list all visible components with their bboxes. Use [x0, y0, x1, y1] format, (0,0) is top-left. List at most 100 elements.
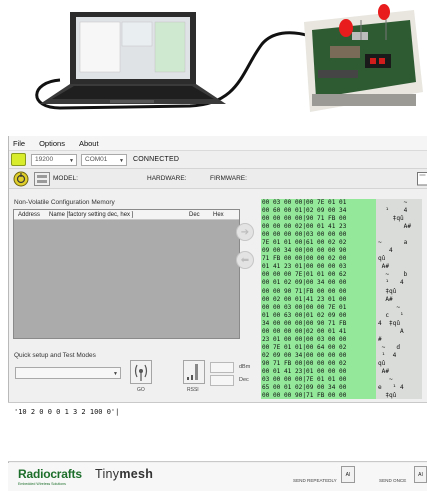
test-mode-select[interactable]: ▼ [15, 367, 121, 379]
hex-row: 03 00 00 00|7E 01 01 00 [262, 376, 347, 384]
hex-row: 65 00 01 02|09 00 34 00 [262, 384, 347, 392]
dbm-label: dBm [239, 364, 251, 370]
menu-file[interactable]: File [13, 139, 25, 148]
connect-led-icon[interactable] [11, 153, 26, 166]
memory-table-header: Address Name [factory setting dec, hex ]… [14, 210, 239, 220]
hex-row: 00 00 00 90|71 FB 00 00 [262, 392, 347, 399]
chevron-down-icon: ▼ [119, 157, 124, 164]
antenna-icon[interactable] [130, 360, 152, 384]
device-info-bar: MODEL: HARDWARE: FIRMWARE: [9, 169, 427, 189]
firmware-label: FIRMWARE: [210, 175, 247, 182]
chevron-down-icon: ▼ [69, 157, 74, 164]
hex-ascii-row: ~ d [378, 343, 401, 351]
col-address[interactable]: Address [18, 212, 40, 218]
dec-field[interactable] [210, 375, 234, 386]
hex-row: 00 00 00 7E|01 01 00 62 [262, 271, 347, 279]
hex-dump-ascii: ~ ¹ 4 ‡qû A# ~ a 4 qû A# ~ b ¹ 4 ‡qû A# … [378, 199, 422, 399]
command-text: '10 2 0 0 0 1 3 2 100 0'| [14, 408, 120, 416]
hex-ascii-row [378, 231, 422, 239]
port-select[interactable]: COM01 ▼ [81, 153, 127, 166]
radiocrafts-logo: Radiocrafts [18, 467, 82, 481]
hex-dump-grid: 00 03 00 00|00 7E 01 01 00 60 00 01|02 09… [261, 199, 376, 399]
quick-setup-panel: ▼ GO RSSI dBm Dec [13, 359, 265, 397]
send-repeatedly-label: SEND REPEATEDLY [293, 478, 337, 483]
hex-ascii-row: ‡qû [378, 215, 404, 223]
hex-ascii-row: 4 ‡qû [378, 319, 401, 327]
module-icon[interactable] [34, 171, 50, 186]
hex-row: 09 00 34 00|00 00 00 90 [262, 247, 347, 255]
hex-ascii-row: ¹ 4 [378, 279, 404, 287]
memory-section-title: Non-Volatile Configuration Memory [14, 199, 115, 206]
memory-table[interactable]: Address Name [factory setting dec, hex ]… [13, 209, 240, 339]
hex-row: 90 71 FB 00|00 00 00 02 [262, 359, 347, 367]
chevron-down-icon: ▼ [113, 371, 118, 377]
hex-ascii-row: ~ [378, 199, 412, 206]
command-input[interactable]: '10 2 0 0 0 1 3 2 100 0'| [8, 402, 427, 462]
connection-status: CONNECTED [133, 156, 180, 163]
hex-ascii-row: A# [378, 223, 412, 231]
hex-ascii-row: e ¹ 4 [378, 384, 404, 392]
hex-row: 00 00 03 00|00 00 7E 01 [262, 303, 347, 311]
hex-row: 01 00 63 00|01 02 09 00 [262, 311, 347, 319]
tinymesh-logo-part1: Tiny [95, 467, 120, 481]
hex-row: 00 00 90 71|FB 00 00 00 [262, 287, 347, 295]
hex-ascii-row: A [378, 327, 404, 335]
col-hex[interactable]: Hex [213, 212, 224, 218]
laptop-icon [40, 12, 226, 104]
device-board-icon [304, 4, 423, 112]
copy-icon[interactable] [417, 172, 427, 186]
send-repeatedly-button-label: AI [345, 471, 351, 478]
tinymesh-logo-part2: mesh [119, 467, 154, 481]
hex-ascii-row: ~ [378, 376, 404, 384]
col-dec[interactable]: Dec [189, 212, 200, 218]
refresh-icon[interactable] [13, 171, 29, 187]
hex-row: 00 7E 01 01|00 64 00 02 [262, 343, 347, 351]
hex-row: 00 02 00 01|41 23 01 00 [262, 295, 347, 303]
hex-row: 71 FB 00 00|00 00 02 00 [262, 255, 347, 263]
dec-label: Dec [239, 377, 249, 383]
hex-row: 00 60 00 01|02 09 00 34 [262, 207, 347, 215]
hex-ascii-row: ¹ 4 [378, 351, 397, 359]
hex-row: 00 00 00 00|03 00 00 00 [262, 231, 347, 239]
hex-ascii-row: ‡qû [378, 392, 404, 399]
dbm-field[interactable] [210, 362, 234, 373]
hex-ascii-row: ¹ 4 [378, 207, 408, 215]
quick-section-title: Quick setup and Test Modes [14, 352, 96, 359]
hex-ascii-row: qû [378, 359, 401, 367]
hex-ascii-row: ‡qû [378, 287, 404, 295]
hex-row: 00 00 00 00|90 71 FB 00 [262, 215, 347, 223]
connection-toolbar: 19200 ▼ COM01 ▼ CONNECTED [9, 151, 427, 169]
hex-ascii-row: A# [378, 295, 404, 303]
hex-row: 34 00 00 00|00 90 71 FB [262, 319, 347, 327]
hex-row: 01 41 23 01|00 00 00 03 [262, 263, 347, 271]
radiocrafts-tagline: Embedded Wireless Solutions [18, 482, 66, 486]
hex-row: 00 01 41 23|01 00 00 00 [262, 367, 347, 375]
menu-bar: File Options About [9, 136, 427, 151]
menu-about[interactable]: About [79, 139, 99, 148]
send-once-label: SEND ONCE [379, 478, 407, 483]
hex-ascii-row: qû [378, 255, 408, 263]
hex-ascii-row: c ¹ [378, 311, 404, 319]
hex-row: 02 09 00 34|00 00 00 00 [262, 351, 347, 359]
setup-illustration [35, 4, 423, 112]
hex-row: 00 03 00 00|00 7E 01 01 [262, 199, 347, 206]
arrow-right-icon[interactable]: ➔ [236, 223, 254, 241]
rssi-meter-icon[interactable] [183, 360, 205, 384]
send-once-button[interactable]: AI [414, 466, 427, 483]
col-name[interactable]: Name [factory setting dec, hex ] [49, 212, 133, 218]
arrow-left-icon[interactable]: ⬅ [236, 251, 254, 269]
hex-ascii-row: A# [378, 263, 404, 271]
rssi-label: RSSI [187, 387, 199, 393]
footer-bar: Radiocrafts Embedded Wireless Solutions … [8, 463, 427, 491]
baud-select[interactable]: 19200 ▼ [31, 153, 77, 166]
send-repeatedly-button[interactable]: AI [341, 466, 355, 483]
hex-ascii-row: # [378, 335, 404, 343]
baud-value: 19200 [35, 156, 54, 163]
hex-ascii-row: ~ b [378, 271, 408, 279]
hex-dump-panel[interactable]: 00 03 00 00|00 7E 01 01 00 60 00 01|02 09… [261, 199, 422, 399]
hex-ascii-row: ~ [378, 303, 404, 311]
hex-row: 23 01 00 00|00 03 00 00 [262, 335, 347, 343]
menu-options[interactable]: Options [39, 139, 65, 148]
hex-ascii-row: ~ a [378, 239, 408, 247]
tinymesh-logo: Tinymesh [95, 467, 153, 481]
